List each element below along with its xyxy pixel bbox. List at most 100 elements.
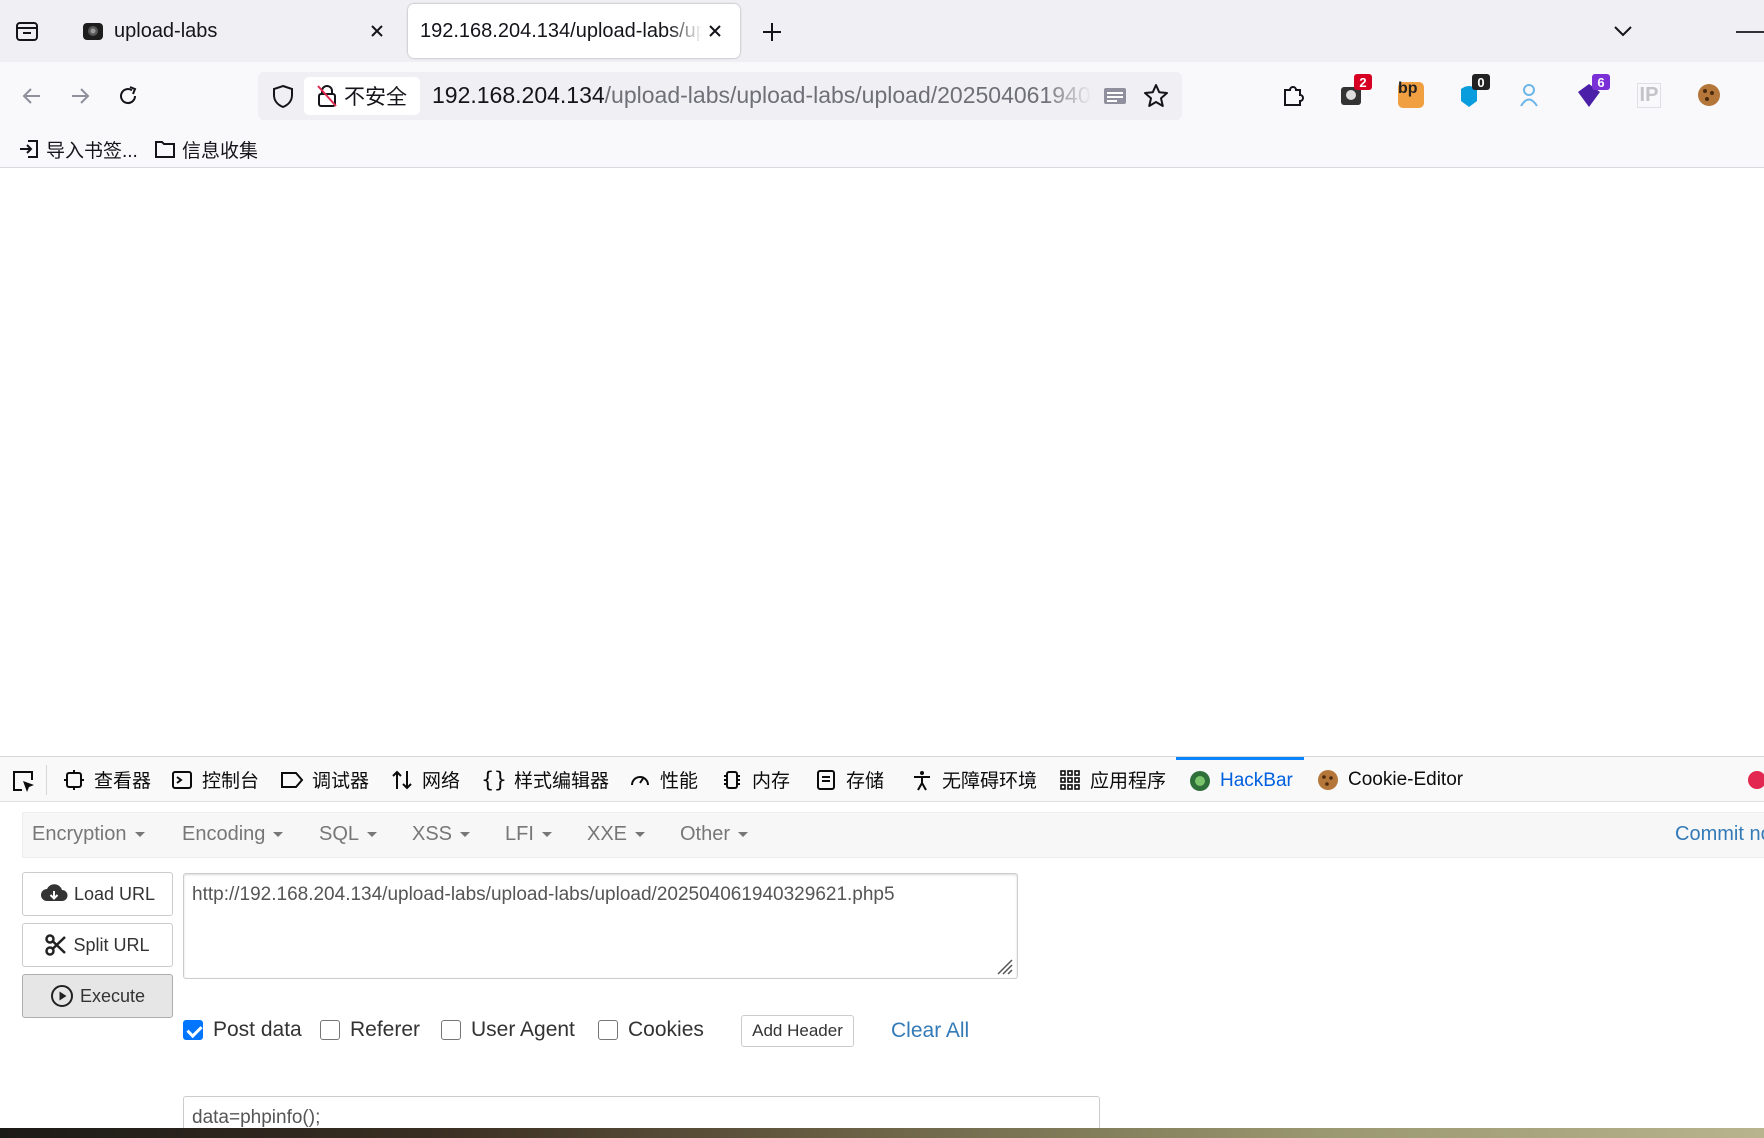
close-tab-icon[interactable] xyxy=(702,18,728,44)
back-button[interactable] xyxy=(16,80,48,112)
tab-strip: upload-labs 192.168.204.134/upload-labs/… xyxy=(0,0,1764,62)
load-url-button[interactable]: Load URL xyxy=(22,872,173,916)
tab-label: 控制台 xyxy=(202,771,260,792)
caret-down-icon xyxy=(134,832,145,837)
tab-list-icon[interactable] xyxy=(14,18,40,44)
checkbox-checked[interactable] xyxy=(183,1020,203,1040)
execute-button[interactable]: Execute xyxy=(22,974,173,1018)
burp-label: bp xyxy=(1398,80,1418,97)
tab-application[interactable]: 应用程序 xyxy=(1058,757,1166,802)
user-agent-checkbox[interactable]: User Agent xyxy=(441,1018,575,1042)
chevron-down-icon[interactable] xyxy=(1610,20,1636,42)
menu-other[interactable]: Other xyxy=(680,823,749,846)
tab-label: 存储 xyxy=(846,771,885,792)
reload-icon xyxy=(120,86,137,105)
insecure-label: 不安全 xyxy=(344,86,407,109)
tab-accessibility[interactable]: 无障碍环境 xyxy=(910,757,1037,802)
caret-down-icon xyxy=(541,832,552,837)
url-bar[interactable]: 不安全 192.168.204.134/upload-labs/upload-l… xyxy=(258,72,1182,120)
arrow-right-icon xyxy=(72,88,90,104)
reader-view-icon[interactable] xyxy=(1102,84,1128,108)
caret-down-icon xyxy=(273,832,284,837)
tab-label: Cookie-Editor xyxy=(1348,768,1464,790)
tab-performance[interactable]: 性能 xyxy=(628,757,698,802)
minimize-window-button[interactable] xyxy=(1736,31,1764,33)
extension-4-button[interactable] xyxy=(1512,78,1546,112)
tab-debugger[interactable]: 调试器 xyxy=(280,757,369,802)
extension-badge: 0 xyxy=(1472,74,1490,90)
caret-down-icon xyxy=(738,832,749,837)
menu-encoding[interactable]: Encoding xyxy=(182,823,284,846)
tab-network[interactable]: 网络 xyxy=(390,757,460,802)
menu-encryption[interactable]: Encryption xyxy=(32,823,145,846)
menu-sql[interactable]: SQL xyxy=(319,823,378,846)
ip-extension-button[interactable]: IP xyxy=(1632,78,1666,112)
burp-proxy-extension-button[interactable]: bp xyxy=(1394,78,1428,112)
split-url-button[interactable]: Split URL xyxy=(22,923,173,967)
checkbox-label: Post data xyxy=(213,1018,302,1041)
tab-label: 样式编辑器 xyxy=(514,771,610,792)
caret-down-icon xyxy=(635,832,646,837)
element-picker-icon[interactable] xyxy=(10,768,36,794)
folder-icon xyxy=(155,141,175,158)
clear-all-link[interactable]: Clear All xyxy=(891,1019,969,1043)
tab-style-editor[interactable]: {} 样式编辑器 xyxy=(481,757,610,802)
page-content xyxy=(0,169,1764,756)
bookmark-star-icon[interactable] xyxy=(1142,82,1170,110)
url-text[interactable]: 192.168.204.134/upload-labs/upload-labs/… xyxy=(432,82,1092,109)
resize-handle-icon[interactable] xyxy=(992,954,1014,976)
menu-label: Encryption xyxy=(32,823,127,845)
scissors-icon xyxy=(45,934,67,956)
url-textarea[interactable]: http://192.168.204.134/upload-labs/uploa… xyxy=(183,873,1018,979)
tab-active-upload[interactable]: 192.168.204.134/upload-labs/upload-labs/… xyxy=(408,4,740,58)
extension-1-button[interactable]: 2 xyxy=(1334,74,1372,112)
checkbox-unchecked[interactable] xyxy=(320,1020,340,1040)
checkbox-label: User Agent xyxy=(471,1018,575,1041)
referer-checkbox[interactable]: Referer xyxy=(320,1018,420,1042)
extension-5-button[interactable]: 6 xyxy=(1572,74,1610,112)
commit-now-link[interactable]: Commit now xyxy=(1675,823,1764,846)
checkbox-unchecked[interactable] xyxy=(598,1020,618,1040)
checkbox-unchecked[interactable] xyxy=(441,1020,461,1040)
reload-button[interactable] xyxy=(112,80,144,112)
error-indicator-icon[interactable] xyxy=(1748,771,1764,789)
caret-down-icon xyxy=(367,832,378,837)
tab-memory[interactable]: 内存 xyxy=(720,757,790,802)
console-icon xyxy=(170,768,194,792)
extension-3-button[interactable]: 0 xyxy=(1452,74,1490,112)
cookies-checkbox[interactable]: Cookies xyxy=(598,1018,704,1042)
bookmark-folder-info[interactable]: 信息收集 xyxy=(154,135,258,163)
post-data-checkbox[interactable]: Post data xyxy=(183,1018,302,1042)
bookmark-import[interactable]: 导入书签... xyxy=(18,135,138,163)
menu-xxe[interactable]: XXE xyxy=(587,823,646,846)
close-tab-icon[interactable] xyxy=(364,18,390,44)
hackbar-panel: Encryption Encoding SQL XSS LFI XXE Othe… xyxy=(0,802,1764,1138)
bookmark-label: 信息收集 xyxy=(182,140,259,162)
add-header-button[interactable]: Add Header xyxy=(741,1015,854,1047)
tab-storage[interactable]: 存储 xyxy=(814,757,884,802)
play-circle-icon xyxy=(50,985,73,1007)
menu-label: Encoding xyxy=(182,823,266,845)
tab-cookie-editor[interactable]: Cookie-Editor xyxy=(1316,757,1463,802)
new-tab-icon[interactable] xyxy=(758,18,786,46)
extensions-button[interactable] xyxy=(1276,78,1310,112)
connection-insecure-indicator[interactable]: 不安全 xyxy=(304,77,420,115)
insecure-lock-icon xyxy=(317,85,337,107)
cookie-icon xyxy=(1316,768,1340,792)
storage-icon xyxy=(814,768,838,792)
cookie-icon xyxy=(1698,84,1720,106)
menu-lfi[interactable]: LFI xyxy=(505,823,552,846)
shield-icon[interactable] xyxy=(270,83,296,109)
tab-label: 调试器 xyxy=(312,771,370,792)
tab-upload-labs[interactable]: upload-labs xyxy=(62,4,402,58)
cookie-extension-button[interactable] xyxy=(1692,78,1726,112)
forward-button[interactable] xyxy=(64,80,96,112)
menu-label: LFI xyxy=(505,823,534,845)
tab-console[interactable]: 控制台 xyxy=(170,757,259,802)
tab-hackbar[interactable]: HackBar xyxy=(1176,757,1304,802)
tab-inspector[interactable]: 查看器 xyxy=(62,757,151,802)
menu-label: XXE xyxy=(587,823,628,845)
menu-xss[interactable]: XSS xyxy=(412,823,471,846)
debugger-icon xyxy=(280,768,304,792)
navigation-bar: 不安全 192.168.204.134/upload-labs/upload-l… xyxy=(0,62,1764,130)
